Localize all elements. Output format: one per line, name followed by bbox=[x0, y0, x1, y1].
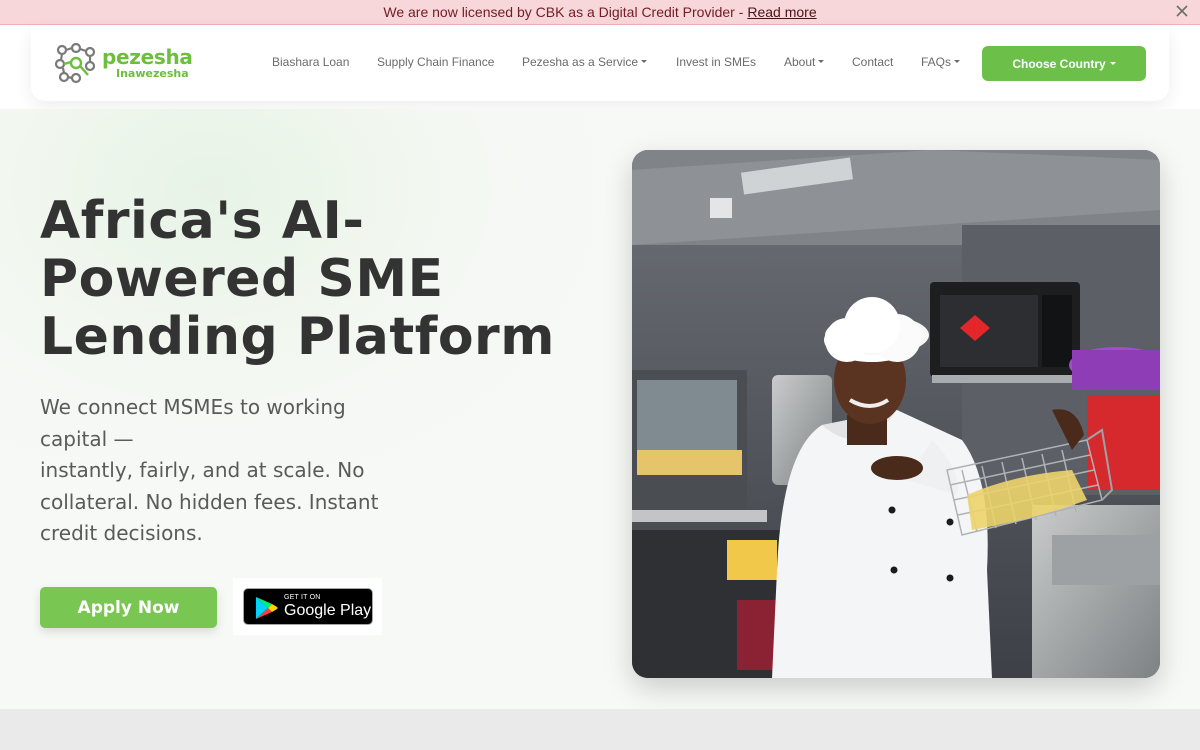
read-more-link[interactable]: Read more bbox=[747, 4, 816, 20]
logo[interactable]: pezesha Inawezesha bbox=[54, 42, 193, 84]
nav-label: Contact bbox=[852, 55, 894, 69]
announcement-bar: We are now licensed by CBK as a Digital … bbox=[0, 0, 1200, 25]
hero-subtext: We connect MSMEs to working capital — in… bbox=[40, 392, 410, 550]
google-play-small-text: GET IT ON bbox=[284, 594, 321, 601]
subtext-line: We connect MSMEs to working capital — bbox=[40, 395, 346, 451]
google-play-icon bbox=[256, 597, 278, 619]
next-section-strip bbox=[0, 709, 1200, 750]
hero-headline: Africa's AI- Powered SME Lending Platfor… bbox=[40, 192, 600, 366]
chef-with-fryer-basket-photo bbox=[632, 150, 1160, 678]
headline-line: Africa's AI- bbox=[40, 191, 365, 251]
chevron-down-icon bbox=[1109, 62, 1116, 65]
nav-label: Biashara Loan bbox=[272, 55, 350, 69]
nav-label: Invest in SMEs bbox=[676, 55, 757, 69]
nav-contact[interactable]: Contact bbox=[852, 55, 893, 71]
choose-country-button[interactable]: Choose Country bbox=[982, 46, 1146, 81]
chevron-down-icon bbox=[954, 60, 961, 63]
nav-pezesha-as-a-service[interactable]: Pezesha as a Service bbox=[522, 55, 648, 71]
nav-label: FAQs bbox=[921, 55, 952, 69]
close-icon[interactable] bbox=[1172, 1, 1192, 21]
apply-now-button[interactable]: Apply Now bbox=[40, 587, 217, 628]
choose-country-label: Choose Country bbox=[1012, 56, 1106, 71]
nav-label: Supply Chain Finance bbox=[377, 55, 495, 69]
nav-label: Pezesha as a Service bbox=[522, 55, 639, 69]
chevron-down-icon bbox=[818, 60, 825, 63]
google-play-badge-body: GET IT ON Google Play bbox=[243, 588, 373, 625]
chevron-down-icon bbox=[641, 60, 648, 63]
hero-photo bbox=[632, 150, 1160, 678]
google-play-large-text: Google Play bbox=[284, 602, 372, 619]
headline-line: Powered SME bbox=[40, 249, 444, 309]
nav-label: About bbox=[784, 55, 816, 69]
logo-tagline: Inawezesha bbox=[116, 67, 189, 80]
nav-invest-in-smes[interactable]: Invest in SMEs bbox=[676, 55, 756, 71]
nav-supply-chain-finance[interactable]: Supply Chain Finance bbox=[377, 55, 494, 71]
pezesha-logo-icon bbox=[54, 42, 96, 84]
headline-line: Lending Platform bbox=[40, 307, 555, 367]
logo-name: pezesha bbox=[102, 45, 193, 69]
nav-faqs[interactable]: FAQs bbox=[921, 55, 961, 71]
nav-about[interactable]: About bbox=[784, 55, 825, 71]
nav-biashara-loan[interactable]: Biashara Loan bbox=[272, 55, 349, 71]
announcement-text: We are now licensed by CBK as a Digital … bbox=[383, 4, 744, 20]
google-play-badge[interactable]: GET IT ON Google Play bbox=[233, 578, 382, 635]
hero-section: Africa's AI- Powered SME Lending Platfor… bbox=[0, 109, 1200, 709]
subtext-line: instantly, fairly, and at scale. No coll… bbox=[40, 458, 379, 545]
site-header: pezesha Inawezesha Biashara Loan Supply … bbox=[31, 25, 1169, 101]
